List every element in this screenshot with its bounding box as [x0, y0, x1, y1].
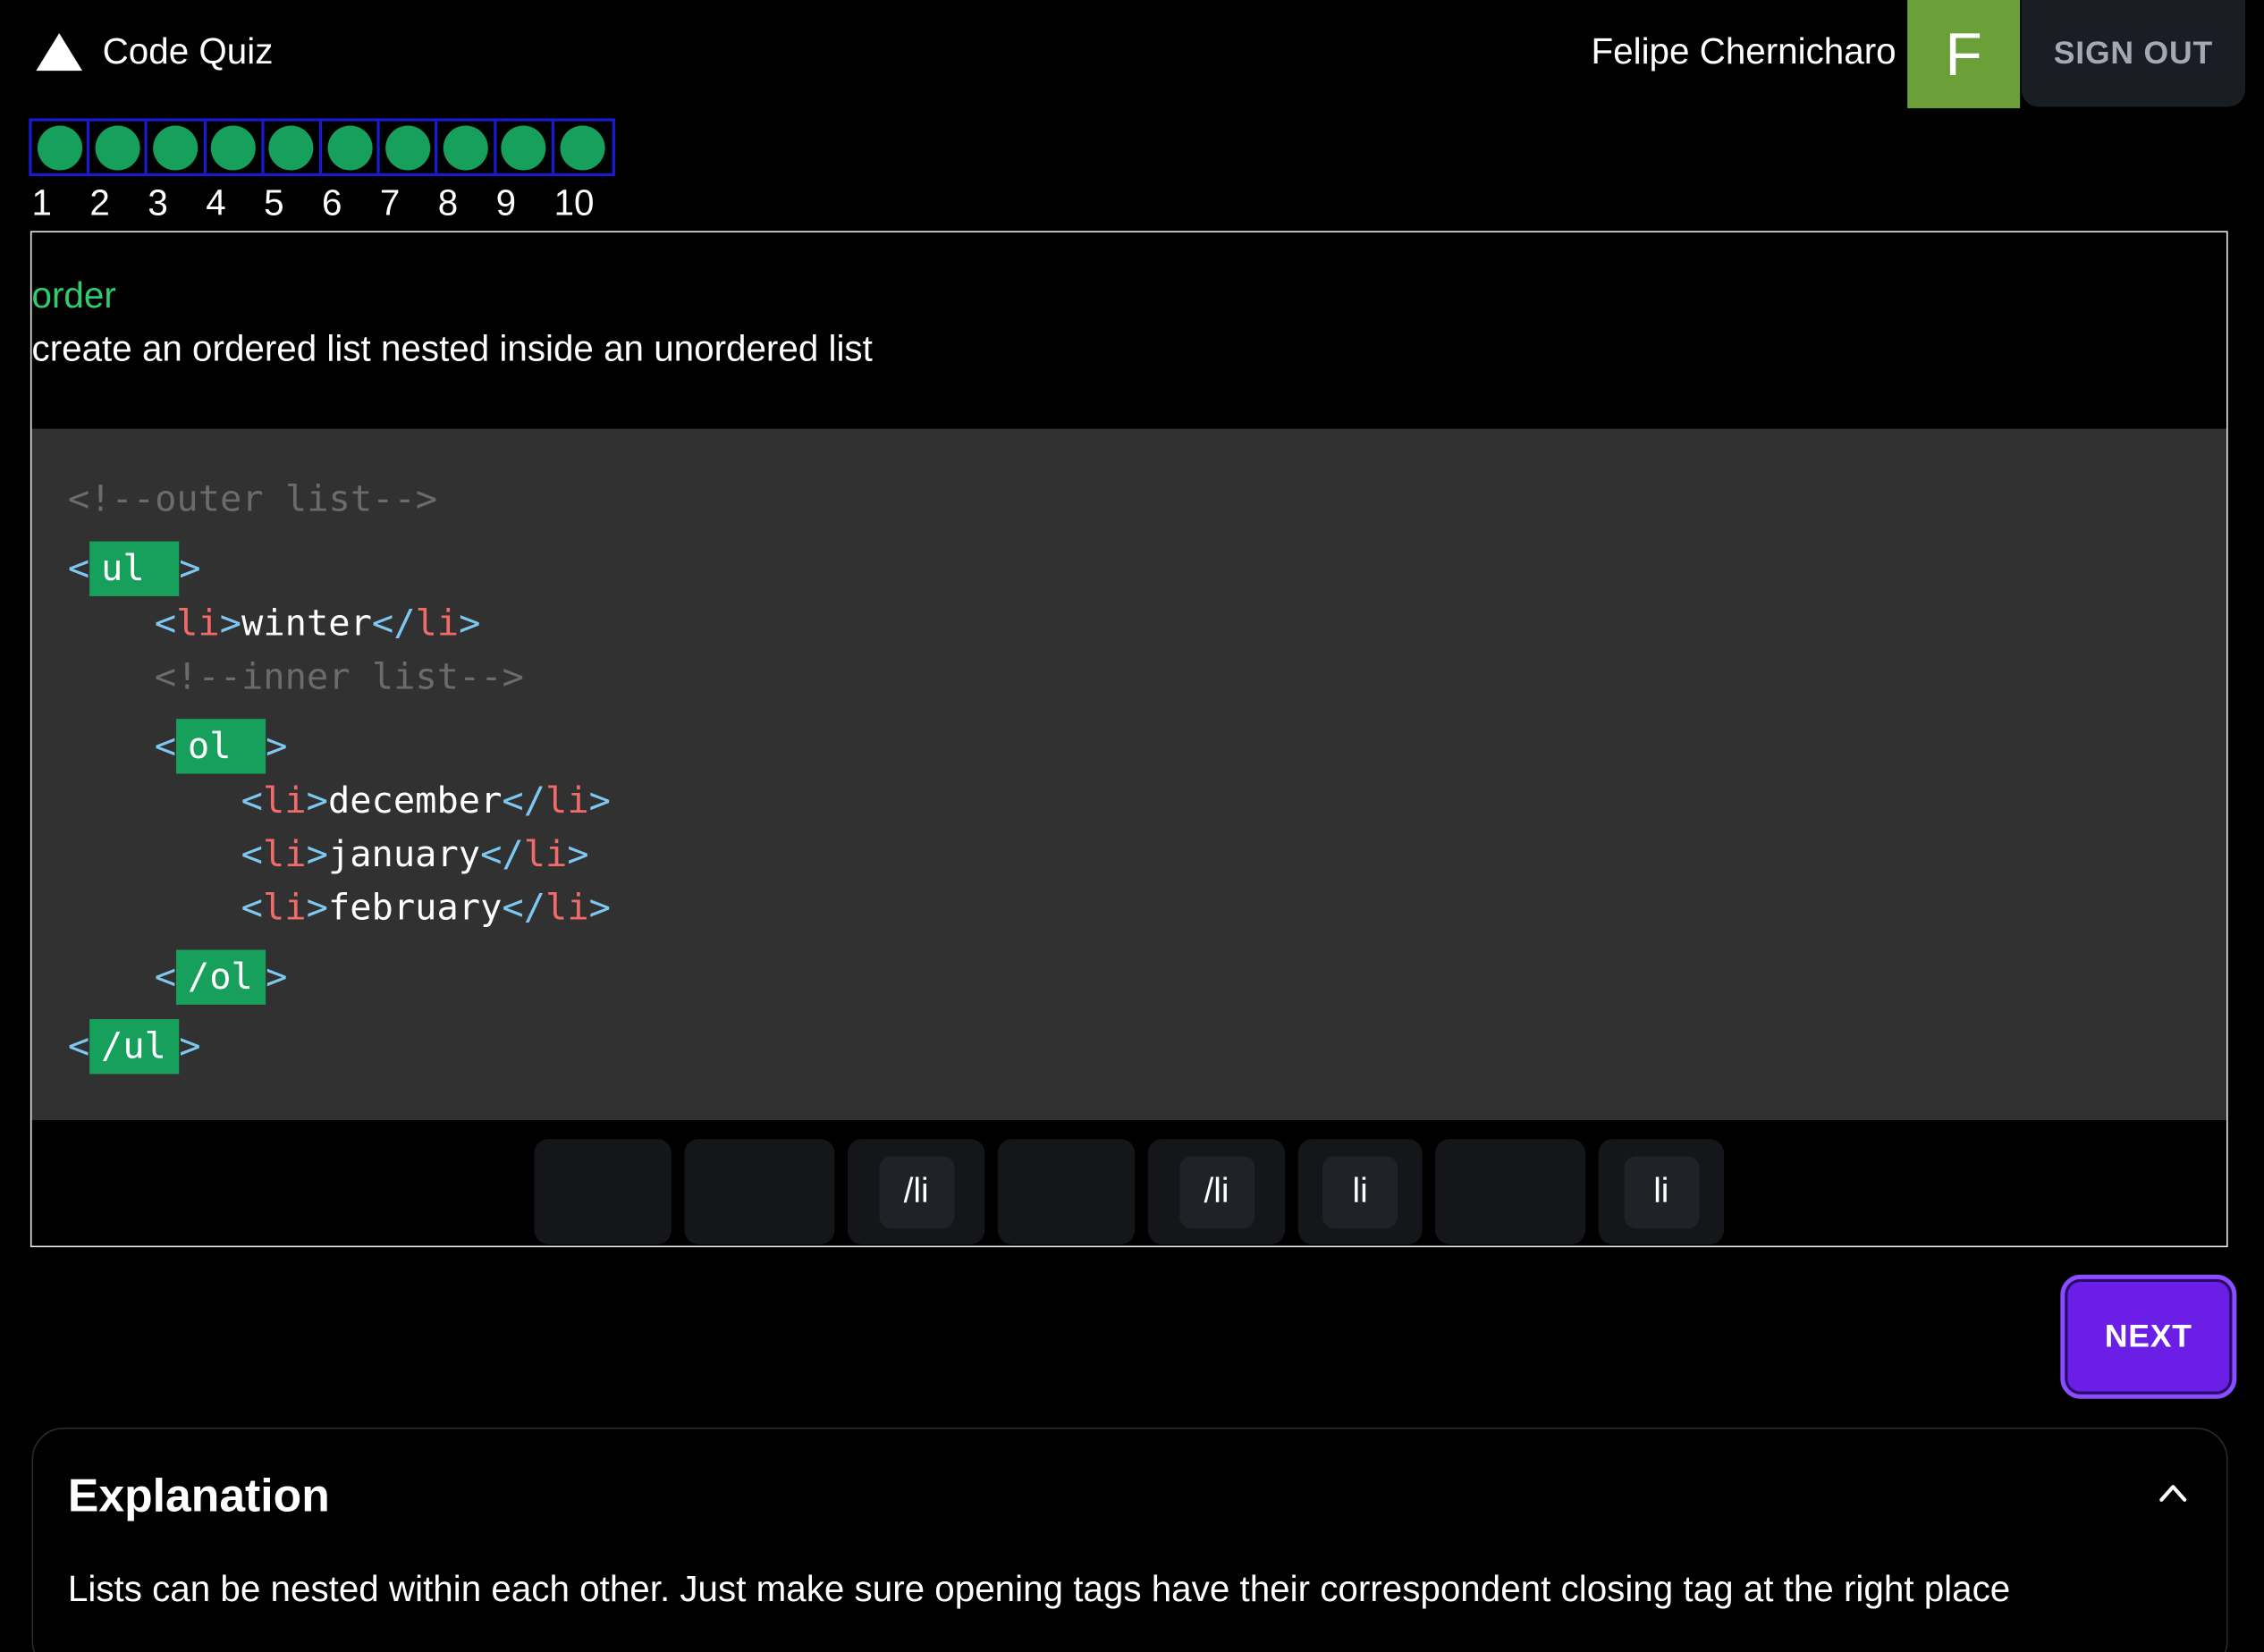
code-line-december: <li>december</li> [241, 779, 611, 822]
step-number: 3 [148, 183, 168, 224]
explanation-title: Explanation [67, 1469, 330, 1521]
step-number: 5 [264, 183, 284, 224]
list-item-text: january [327, 832, 481, 875]
completed-dot-icon [560, 124, 606, 170]
progress-step[interactable] [264, 121, 322, 173]
list-item-text: december [327, 779, 503, 822]
triangle-logo-icon[interactable] [35, 32, 84, 72]
li-tag: li [415, 602, 460, 645]
step-number: 1 [31, 183, 52, 224]
user-name: Felipe Chernicharo [1591, 31, 1897, 72]
step-number: 8 [437, 183, 459, 224]
explanation-text: Lists can be nested within each other. J… [67, 1569, 2011, 1610]
li-tag: li [262, 832, 307, 875]
code-comment-outer: <!--outer list--> [67, 477, 438, 520]
sign-out-button[interactable]: SIGN OUT [2021, 0, 2246, 107]
step-number: 4 [206, 183, 226, 224]
answer-slot-ul-open[interactable]: ul [89, 541, 180, 596]
code-bracket-open: < [67, 1024, 90, 1067]
progress-step[interactable] [554, 122, 612, 173]
code-bracket-close: > [179, 547, 201, 589]
code-bracket-open: < [67, 547, 90, 589]
step-number: 7 [379, 183, 401, 224]
progress-step[interactable] [322, 121, 380, 173]
answer-option[interactable]: li [1598, 1139, 1725, 1244]
code-bracket-open: < [154, 724, 177, 767]
li-tag: li [545, 886, 589, 929]
progress-step[interactable] [206, 121, 265, 173]
progress-step[interactable] [438, 121, 496, 173]
code-line-february: <li>february</li> [241, 886, 611, 929]
app-root: Code Quiz Felipe Chernicharo F SIGN OUT … [0, 0, 2264, 1652]
step-number: 10 [553, 183, 595, 224]
completed-dot-icon [384, 124, 430, 170]
list-item-text: winter [241, 602, 372, 645]
code-bracket-close: > [266, 955, 288, 998]
answer-option[interactable]: /li [1147, 1139, 1286, 1244]
question-category: order [31, 275, 116, 316]
progress-step[interactable] [380, 121, 438, 173]
option-chip[interactable]: li [1623, 1155, 1699, 1228]
code-bracket-open: < [154, 955, 177, 998]
step-number: 9 [495, 183, 517, 224]
code-line-january: <li>january</li> [241, 832, 589, 875]
option-chip[interactable]: /li [1178, 1155, 1254, 1228]
answer-option[interactable]: /li [847, 1139, 985, 1244]
answer-option-empty[interactable] [684, 1139, 835, 1244]
answer-slot-ul-close[interactable]: /ul [89, 1019, 180, 1075]
li-tag: li [262, 886, 307, 929]
answer-option-empty[interactable] [1435, 1139, 1586, 1244]
question-progress-bar [29, 118, 615, 177]
step-number: 6 [321, 183, 342, 224]
question-prompt: create an ordered list nested inside an … [31, 329, 873, 370]
answer-option-empty[interactable] [534, 1139, 672, 1244]
progress-step[interactable] [496, 121, 554, 173]
option-chip[interactable]: /li [878, 1155, 954, 1228]
chevron-up-icon[interactable] [2158, 1481, 2190, 1504]
answer-slot-ol-close[interactable]: /ol [176, 949, 266, 1005]
li-tag: li [262, 779, 307, 822]
avatar[interactable]: F [1907, 0, 2021, 109]
code-comment-inner: <!--inner list--> [154, 655, 524, 697]
completed-dot-icon [37, 124, 82, 170]
answer-option-empty[interactable] [997, 1139, 1136, 1244]
option-chip[interactable]: li [1322, 1155, 1398, 1228]
code-line-winter: <li>winter</li> [154, 602, 481, 645]
next-button[interactable]: NEXT [2060, 1274, 2237, 1399]
completed-dot-icon [326, 124, 372, 170]
completed-dot-icon [211, 124, 257, 170]
completed-dot-icon [443, 124, 488, 170]
progress-step-labels: 1 2 3 4 5 6 7 8 9 10 [29, 181, 609, 224]
progress-step[interactable] [32, 121, 90, 173]
list-item-text: february [327, 886, 503, 929]
li-tag: li [176, 602, 220, 645]
progress-step[interactable] [89, 121, 148, 173]
code-editor: <!--outer list--> < ul > <li>winter</li>… [31, 428, 2227, 1121]
answer-option[interactable]: li [1297, 1139, 1423, 1244]
li-tag: li [523, 832, 568, 875]
completed-dot-icon [501, 124, 546, 170]
code-bracket-close: > [179, 1024, 201, 1067]
app-title[interactable]: Code Quiz [103, 29, 274, 75]
completed-dot-icon [153, 124, 199, 170]
progress-step[interactable] [148, 121, 207, 173]
code-bracket-close: > [266, 724, 288, 767]
step-number: 2 [89, 183, 110, 224]
completed-dot-icon [268, 124, 314, 170]
explanation-panel [31, 1428, 2228, 1652]
answer-slot-ol-open[interactable]: ol [176, 719, 266, 774]
li-tag: li [545, 779, 589, 822]
completed-dot-icon [95, 124, 140, 170]
